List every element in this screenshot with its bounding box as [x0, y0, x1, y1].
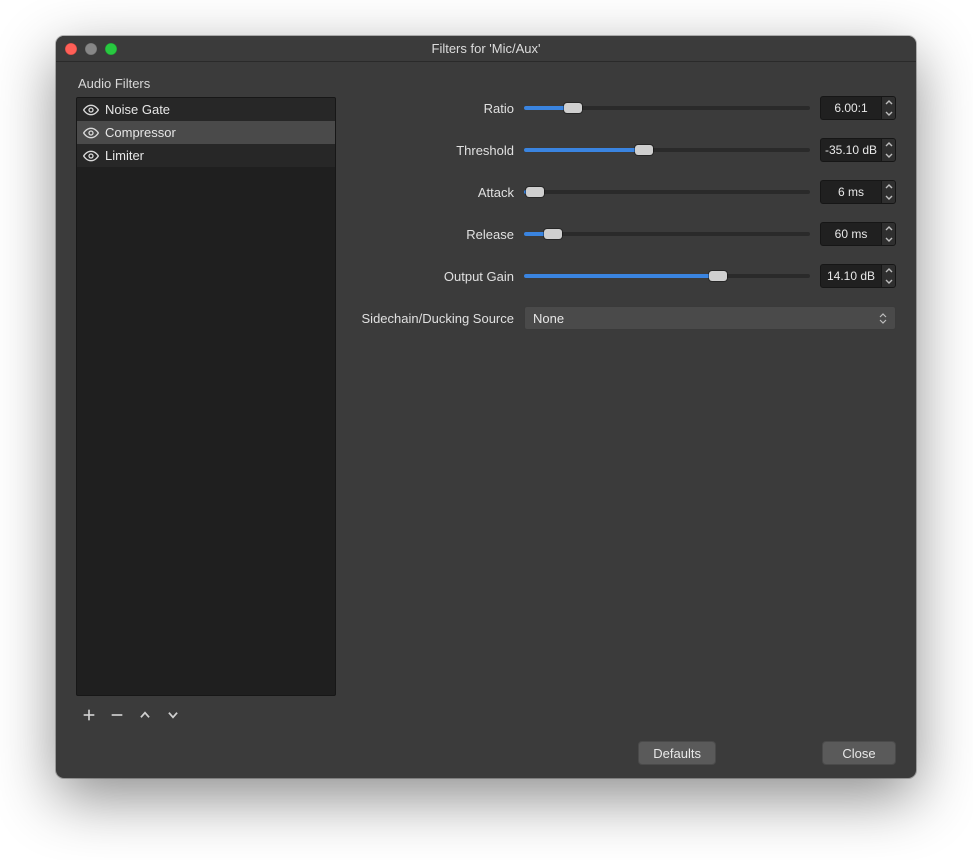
prop-row-output-gain: Output Gain 14.10 dB: [356, 264, 896, 288]
spin-up[interactable]: [882, 265, 895, 276]
attack-value[interactable]: 6 ms: [821, 181, 881, 203]
prop-label: Release: [356, 227, 514, 242]
sidechain-value: None: [533, 311, 564, 326]
spin-up[interactable]: [882, 139, 895, 150]
window-close-button[interactable]: [65, 43, 77, 55]
release-spinbox[interactable]: 60 ms: [820, 222, 896, 246]
spin-up[interactable]: [882, 223, 895, 234]
filter-item-noise-gate[interactable]: Noise Gate: [77, 98, 335, 121]
filter-item-label: Noise Gate: [105, 102, 170, 117]
footer: Defaults Close: [56, 734, 916, 778]
spin-down[interactable]: [882, 108, 895, 119]
filter-item-limiter[interactable]: Limiter: [77, 144, 335, 167]
window-minimize-button[interactable]: [85, 43, 97, 55]
window-controls: [65, 36, 117, 61]
ratio-slider[interactable]: [524, 99, 810, 117]
prop-label: Ratio: [356, 101, 514, 116]
sidechain-dropdown[interactable]: None: [524, 306, 896, 330]
spin-down[interactable]: [882, 192, 895, 203]
spin-down[interactable]: [882, 234, 895, 245]
window-maximize-button[interactable]: [105, 43, 117, 55]
ratio-value[interactable]: 6.00:1: [821, 97, 881, 119]
filter-item-compressor[interactable]: Compressor: [77, 121, 335, 144]
close-button[interactable]: Close: [822, 741, 896, 765]
prop-row-sidechain: Sidechain/Ducking Source None: [356, 306, 896, 330]
attack-spinbox[interactable]: 6 ms: [820, 180, 896, 204]
move-down-button[interactable]: [164, 706, 182, 724]
prop-row-threshold: Threshold -35.10 dB: [356, 138, 896, 162]
sidebar: Audio Filters Noise Gate: [76, 76, 336, 724]
spin-up[interactable]: [882, 181, 895, 192]
dropdown-arrows-icon: [879, 307, 889, 329]
ratio-spinbox[interactable]: 6.00:1: [820, 96, 896, 120]
eye-icon[interactable]: [83, 102, 99, 118]
attack-slider[interactable]: [524, 183, 810, 201]
prop-row-attack: Attack 6 ms: [356, 180, 896, 204]
filter-list[interactable]: Noise Gate Compressor: [76, 97, 336, 696]
sidebar-buttons: [76, 696, 336, 724]
threshold-slider[interactable]: [524, 141, 810, 159]
remove-filter-button[interactable]: [108, 706, 126, 724]
release-slider[interactable]: [524, 225, 810, 243]
content: Audio Filters Noise Gate: [56, 62, 916, 734]
prop-label: Sidechain/Ducking Source: [356, 311, 514, 326]
titlebar: Filters for 'Mic/Aux': [56, 36, 916, 62]
threshold-value[interactable]: -35.10 dB: [821, 139, 881, 161]
output-gain-slider[interactable]: [524, 267, 810, 285]
spin-up[interactable]: [882, 97, 895, 108]
move-up-button[interactable]: [136, 706, 154, 724]
prop-label: Threshold: [356, 143, 514, 158]
prop-label: Output Gain: [356, 269, 514, 284]
add-filter-button[interactable]: [80, 706, 98, 724]
release-value[interactable]: 60 ms: [821, 223, 881, 245]
defaults-button[interactable]: Defaults: [638, 741, 716, 765]
eye-icon[interactable]: [83, 125, 99, 141]
output-gain-spinbox[interactable]: 14.10 dB: [820, 264, 896, 288]
prop-row-ratio: Ratio 6.00:1: [356, 96, 896, 120]
window-title: Filters for 'Mic/Aux': [56, 41, 916, 56]
sidebar-label: Audio Filters: [76, 76, 336, 91]
prop-label: Attack: [356, 185, 514, 200]
filter-item-label: Limiter: [105, 148, 144, 163]
spin-down[interactable]: [882, 150, 895, 161]
filters-dialog: Filters for 'Mic/Aux' Audio Filters Nois…: [56, 36, 916, 778]
eye-icon[interactable]: [83, 148, 99, 164]
prop-row-release: Release 60 ms: [356, 222, 896, 246]
properties-panel: Ratio 6.00:1 Threshold: [356, 76, 896, 724]
threshold-spinbox[interactable]: -35.10 dB: [820, 138, 896, 162]
spin-down[interactable]: [882, 276, 895, 287]
filter-item-label: Compressor: [105, 125, 176, 140]
output-gain-value[interactable]: 14.10 dB: [821, 265, 881, 287]
